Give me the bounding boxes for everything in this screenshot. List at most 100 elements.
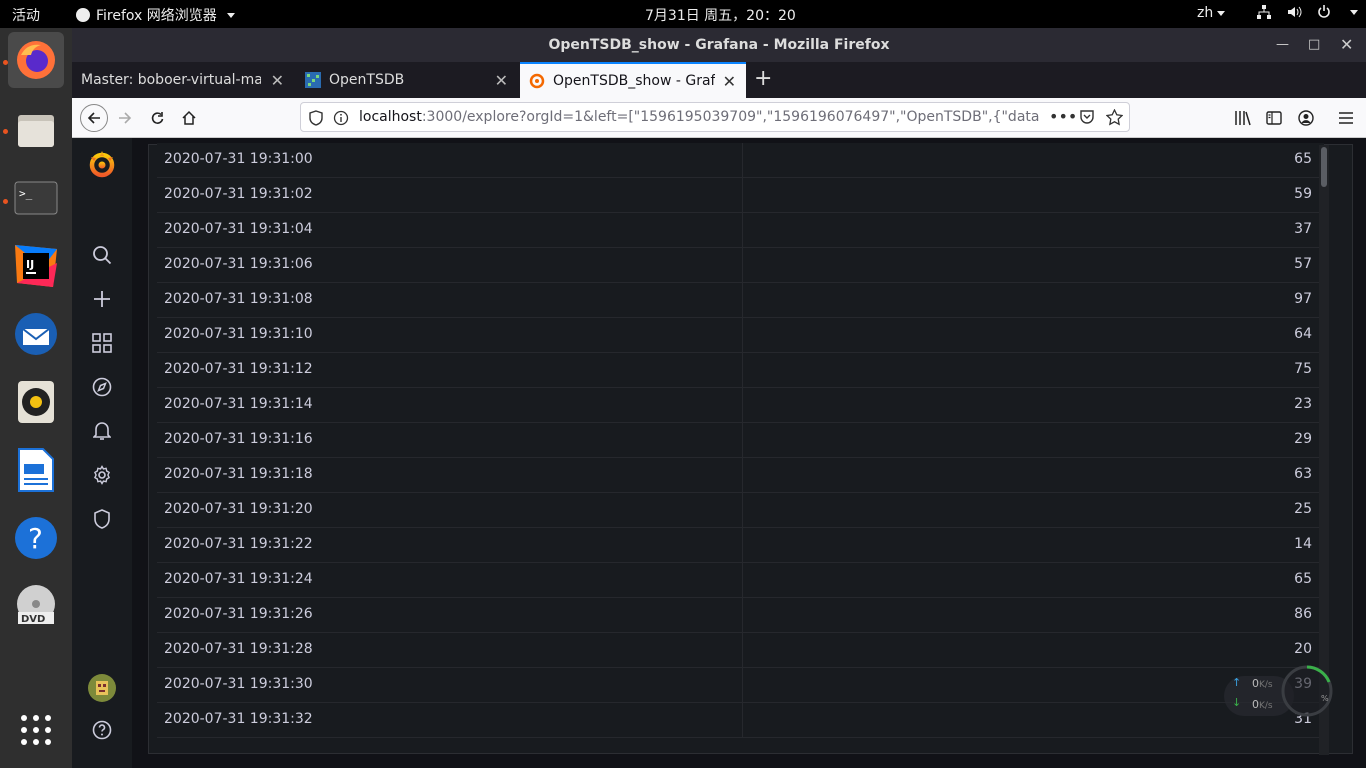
- hamburger-icon: [1339, 112, 1353, 124]
- table-row: 2020-07-31 19:31:26 86: [157, 598, 1324, 633]
- value-cell: 14: [1294, 536, 1312, 552]
- bookmark-star-icon[interactable]: [1106, 109, 1123, 126]
- clock[interactable]: 7月31日 周五，20：20: [645, 5, 796, 25]
- account-button[interactable]: [1294, 106, 1318, 130]
- chevron-down-icon: [1217, 10, 1226, 16]
- column-divider: [742, 458, 743, 493]
- dock-terminal[interactable]: >_: [8, 170, 64, 226]
- dock-intellij[interactable]: IJ: [8, 238, 64, 294]
- value-cell: 97: [1294, 291, 1312, 307]
- grafana-logo-icon[interactable]: [86, 148, 118, 180]
- dock-firefox[interactable]: [8, 32, 64, 88]
- svg-text:IJ: IJ: [26, 258, 34, 271]
- url-path: :3000/explore?orgId=1&left=["15961950397…: [421, 109, 1039, 125]
- shield-icon[interactable]: [90, 507, 114, 531]
- dashboards-icon[interactable]: [90, 331, 114, 355]
- system-tray[interactable]: [1256, 4, 1358, 20]
- column-divider: [742, 248, 743, 283]
- dock: >_ IJ ? DVD: [0, 28, 72, 768]
- arrow-left-icon: [87, 112, 100, 124]
- column-divider: [742, 423, 743, 458]
- column-divider: [742, 668, 743, 703]
- navigation-toolbar: localhost:3000/explore?orgId=1&left=["15…: [72, 98, 1366, 138]
- menu-button[interactable]: [1334, 106, 1358, 130]
- search-icon[interactable]: [90, 243, 114, 267]
- terminal-icon: >_: [14, 181, 58, 215]
- grafana-sidebar: [72, 138, 132, 768]
- firefox-icon: [17, 41, 55, 79]
- column-divider: [742, 388, 743, 423]
- sidebar-button[interactable]: [1262, 106, 1286, 130]
- tab-opentsdb[interactable]: OpenTSDB ✕: [296, 62, 518, 98]
- download-arrow-icon: ↓: [1232, 696, 1242, 709]
- thunderbird-icon: [15, 313, 57, 355]
- tab-grafana[interactable]: OpenTSDB_show - Grafana ✕: [520, 62, 746, 98]
- svg-text:DVD: DVD: [21, 614, 45, 625]
- dock-files[interactable]: [8, 102, 64, 158]
- dvd-icon: DVD: [17, 585, 55, 625]
- reload-button[interactable]: [145, 106, 169, 130]
- table-row: 2020-07-31 19:31:20 25: [157, 493, 1324, 528]
- home-button[interactable]: [177, 106, 201, 130]
- dock-rhythmbox[interactable]: [8, 374, 64, 430]
- time-cell: 2020-07-31 19:31:14: [164, 396, 313, 412]
- download-speed: 0K/s: [1252, 698, 1273, 711]
- close-window-button[interactable]: ✕: [1340, 28, 1353, 62]
- time-cell: 2020-07-31 19:31:30: [164, 676, 313, 692]
- app-menu[interactable]: Firefox 网络浏览器: [76, 5, 235, 25]
- forward-button[interactable]: [113, 106, 137, 130]
- value-cell: 86: [1294, 606, 1312, 622]
- column-divider: [742, 353, 743, 388]
- dock-writer[interactable]: [8, 442, 64, 498]
- upload-value: 0: [1252, 677, 1259, 690]
- bell-icon[interactable]: [90, 419, 114, 443]
- pocket-icon[interactable]: [1079, 109, 1095, 125]
- time-cell: 2020-07-31 19:31:10: [164, 326, 313, 342]
- app-menu-label: Firefox 网络浏览器: [96, 8, 217, 24]
- url-text[interactable]: localhost:3000/explore?orgId=1&left=["15…: [359, 109, 1039, 125]
- dock-dvd[interactable]: DVD: [8, 578, 64, 634]
- plus-icon[interactable]: [90, 287, 114, 311]
- activities-button[interactable]: 活动: [12, 5, 40, 25]
- help-icon[interactable]: [90, 718, 114, 742]
- new-tab-button[interactable]: +: [754, 68, 772, 90]
- dock-help[interactable]: ?: [8, 510, 64, 566]
- minimize-button[interactable]: —: [1276, 28, 1289, 62]
- input-language[interactable]: zh: [1197, 5, 1226, 21]
- info-icon[interactable]: [333, 110, 349, 126]
- upload-arrow-icon: ↑: [1232, 676, 1242, 689]
- show-applications-button[interactable]: [8, 702, 64, 758]
- chevron-down-icon: [226, 12, 235, 18]
- close-icon[interactable]: ✕: [495, 71, 508, 90]
- compass-icon[interactable]: [90, 375, 114, 399]
- library-button[interactable]: [1231, 106, 1255, 130]
- library-icon: [1235, 111, 1251, 126]
- network-speed-widget: ↑ 0K/s ↓ 0K/s %: [1220, 665, 1336, 720]
- scrollbar-thumb[interactable]: [1321, 147, 1327, 187]
- column-divider: [742, 563, 743, 598]
- table-row: 2020-07-31 19:31:02 59: [157, 178, 1324, 213]
- value-cell: 65: [1294, 571, 1312, 587]
- table-row: 2020-07-31 19:31:14 23: [157, 388, 1324, 423]
- table-row: 2020-07-31 19:31:00 65: [157, 143, 1324, 178]
- page-actions-icon[interactable]: •••: [1049, 107, 1077, 126]
- dock-thunderbird[interactable]: [8, 306, 64, 362]
- upload-speed: 0K/s: [1252, 677, 1273, 690]
- url-bar[interactable]: localhost:3000/explore?orgId=1&left=["15…: [300, 102, 1130, 132]
- close-icon[interactable]: ✕: [271, 71, 284, 90]
- back-button[interactable]: [80, 104, 108, 132]
- maximize-button[interactable]: □: [1308, 28, 1320, 62]
- data-table[interactable]: 2020-07-31 19:31:00 65 2020-07-31 19:31:02…: [157, 143, 1324, 738]
- time-cell: 2020-07-31 19:31:06: [164, 256, 313, 272]
- network-icon: [1257, 5, 1271, 19]
- rhythmbox-icon: [18, 381, 54, 423]
- avatar[interactable]: [88, 674, 116, 702]
- shield-icon[interactable]: [309, 110, 323, 126]
- tab-master[interactable]: Master: boboer-virtual-machine ✕: [72, 62, 294, 98]
- time-cell: 2020-07-31 19:31:26: [164, 606, 313, 622]
- close-icon[interactable]: ✕: [723, 72, 736, 91]
- usage-percent-sign: %: [1321, 694, 1329, 703]
- value-cell: 23: [1294, 396, 1312, 412]
- gear-icon[interactable]: [90, 463, 114, 487]
- grafana-app: 2020-07-31 19:31:00 65 2020-07-31 19:31:02…: [72, 138, 1366, 768]
